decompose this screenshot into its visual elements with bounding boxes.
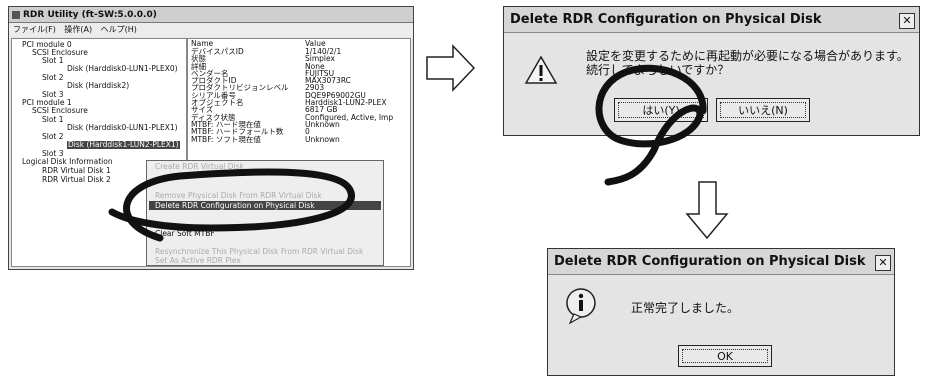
warning-icon bbox=[524, 55, 558, 84]
menu-file[interactable]: ファイル(F) bbox=[13, 25, 56, 34]
close-button[interactable]: ✕ bbox=[899, 13, 915, 29]
property-name: 状態 bbox=[191, 54, 206, 64]
dialog-title: Delete RDR Configuration on Physical Dis… bbox=[548, 249, 894, 275]
menu-item-create-virtual-disk[interactable]: Create RDR Virtual Disk bbox=[155, 162, 244, 171]
tree-item[interactable]: RDR Virtual Disk 1 bbox=[42, 167, 111, 175]
menu-item-set-active-plex[interactable]: Set As Active RDR Plex bbox=[155, 256, 241, 265]
menu-item-resynchronize[interactable]: Resynchronize This Physical Disk From RD… bbox=[155, 247, 363, 256]
property-name: デバイスパスID bbox=[191, 47, 244, 56]
confirm-message-line1: 設定を変更するために再起動が必要になる場合があります。 bbox=[586, 49, 909, 63]
property-name: MTBF: ソフト現在値 bbox=[191, 134, 261, 144]
tree-item-selected[interactable]: Disk (Harddisk1-LUN2-PLEX1) bbox=[67, 141, 180, 149]
completion-dialog: Delete RDR Configuration on Physical Dis… bbox=[547, 248, 895, 376]
menu-item-delete-rdr-config[interactable]: Delete RDR Configuration on Physical Dis… bbox=[149, 201, 381, 210]
column-header-value[interactable]: Value bbox=[305, 40, 326, 48]
tree-item[interactable]: Disk (Harddisk0-LUN1-PLEX1) bbox=[67, 124, 178, 132]
menu-item-remove-physical-disk[interactable]: Remove Physical Disk From RDR Virtual Di… bbox=[155, 191, 322, 200]
tree-item[interactable]: Disk (Harddisk0-LUN1-PLEX0) bbox=[67, 65, 178, 73]
dialog-title: Delete RDR Configuration on Physical Dis… bbox=[504, 7, 919, 33]
tree-item[interactable]: Slot 1 bbox=[42, 57, 64, 65]
window-titlebar: RDR Utility (ft-SW:5.0.0.0) bbox=[9, 7, 413, 23]
arrow-right-icon bbox=[426, 44, 476, 92]
completion-message: 正常完了しました。 bbox=[631, 301, 740, 315]
ok-button-label: OK bbox=[682, 349, 768, 363]
tree-item[interactable]: RDR Virtual Disk 2 bbox=[42, 176, 111, 184]
app-icon bbox=[12, 11, 20, 19]
context-menu: Create RDR Virtual Disk Remove Physical … bbox=[146, 160, 384, 266]
tree-item[interactable]: Slot 2 bbox=[42, 133, 64, 141]
tree-item[interactable]: Slot 1 bbox=[42, 116, 64, 124]
no-button-label: いいえ(N) bbox=[720, 102, 806, 118]
menu-help[interactable]: ヘルプ(H) bbox=[101, 25, 137, 34]
yes-button[interactable]: はい(Y) bbox=[614, 98, 708, 122]
tree-item[interactable]: Slot 2 bbox=[42, 74, 64, 82]
tree-item[interactable]: SCSI Enclosure bbox=[32, 107, 88, 115]
no-button[interactable]: いいえ(N) bbox=[716, 98, 810, 122]
menu-item-clear-soft-mtbf[interactable]: Clear Soft MTBF bbox=[155, 229, 215, 238]
confirm-message-line2: 続行してよろしいですか？ bbox=[586, 63, 730, 77]
arrow-down-icon bbox=[685, 181, 729, 240]
info-icon bbox=[566, 288, 596, 325]
confirm-dialog: Delete RDR Configuration on Physical Dis… bbox=[503, 6, 920, 136]
close-button[interactable]: ✕ bbox=[875, 255, 891, 271]
yes-button-label: はい(Y) bbox=[618, 102, 704, 118]
window-title: RDR Utility (ft-SW:5.0.0.0) bbox=[23, 10, 157, 20]
menu-action[interactable]: 操作(A) bbox=[64, 25, 92, 34]
tree-item[interactable]: Disk (Harddisk2) bbox=[67, 82, 129, 90]
property-value: Unknown bbox=[305, 134, 340, 143]
menu-bar: ファイル(F) 操作(A) ヘルプ(H) bbox=[9, 23, 413, 37]
property-value: Unknown bbox=[305, 119, 340, 129]
ok-button[interactable]: OK bbox=[678, 345, 772, 367]
tree-item[interactable]: Logical Disk Information bbox=[22, 158, 113, 166]
